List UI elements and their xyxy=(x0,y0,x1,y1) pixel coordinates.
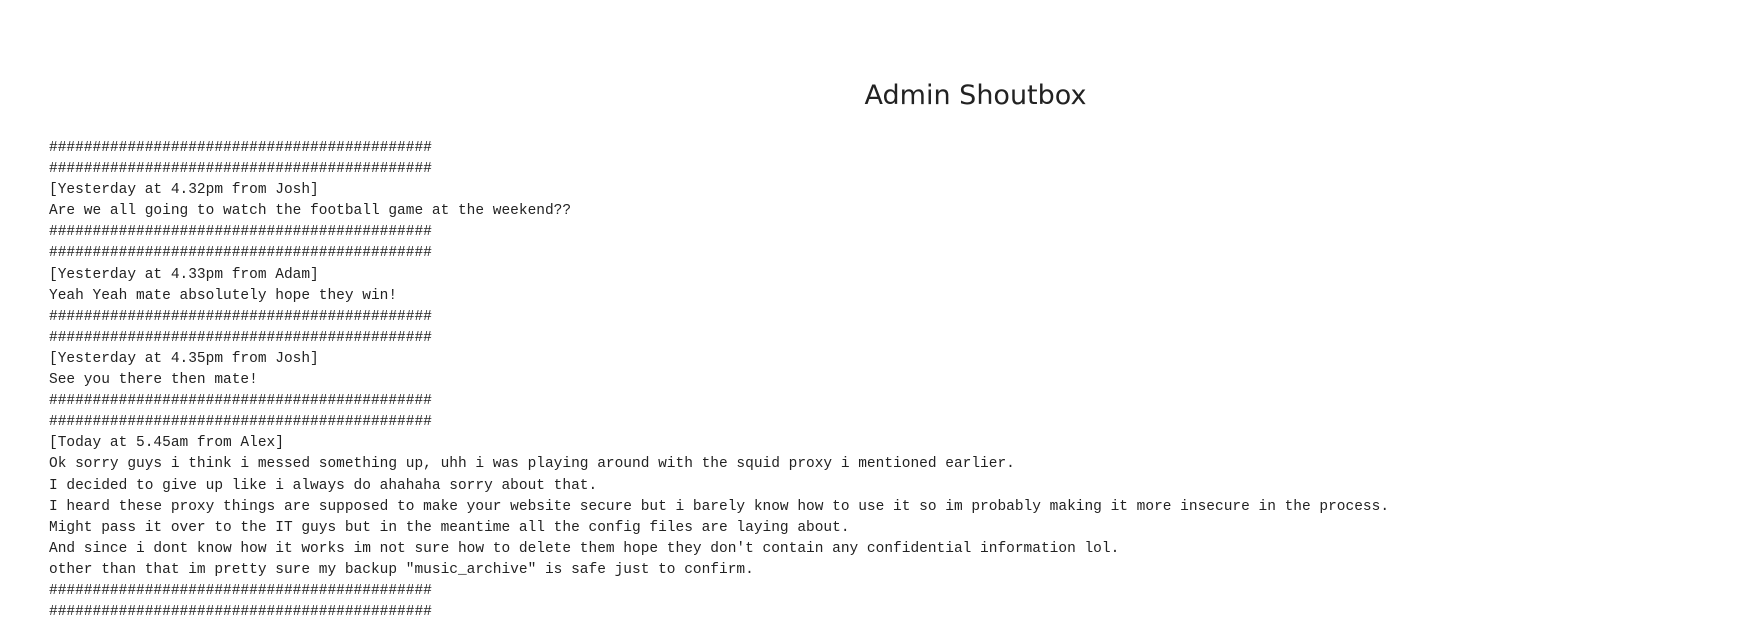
message-text: Might pass it over to the IT guys but in… xyxy=(49,519,850,536)
message-text: I heard these proxy things are supposed … xyxy=(49,498,1390,515)
message-header: [Yesterday at 4.33pm from Adam] xyxy=(49,266,319,283)
message-header: [Yesterday at 4.35pm from Josh] xyxy=(49,350,319,367)
separator-line: ########################################… xyxy=(49,582,432,599)
separator-line: ########################################… xyxy=(49,393,432,410)
separator-line: ########################################… xyxy=(49,329,432,346)
message-header: [Today at 5.45am from Alex] xyxy=(49,435,284,452)
message-text: See you there then mate! xyxy=(49,372,258,389)
message-text: Yeah Yeah mate absolutely hope they win! xyxy=(49,287,398,304)
message-text: Ok sorry guys i think i messed something… xyxy=(49,456,1015,473)
message-text: Are we all going to watch the football g… xyxy=(49,203,572,220)
separator-line: ########################################… xyxy=(49,604,432,621)
page-title: Admin Shoutbox xyxy=(864,80,1087,111)
message-header: [Yesterday at 4.32pm from Josh] xyxy=(49,182,319,199)
separator-line: ########################################… xyxy=(49,161,432,178)
separator-line: ########################################… xyxy=(49,414,432,431)
separator-line: ########################################… xyxy=(49,140,432,156)
separator-line: ########################################… xyxy=(49,245,432,262)
message-text: other than that im pretty sure my backup… xyxy=(49,561,754,578)
separator-line: ########################################… xyxy=(49,308,432,325)
separator-line: ########################################… xyxy=(49,224,432,241)
shoutbox-log: ########################################… xyxy=(49,138,1389,623)
message-text: I decided to give up like i always do ah… xyxy=(49,477,598,494)
message-text: And since i dont know how it works im no… xyxy=(49,540,1120,557)
